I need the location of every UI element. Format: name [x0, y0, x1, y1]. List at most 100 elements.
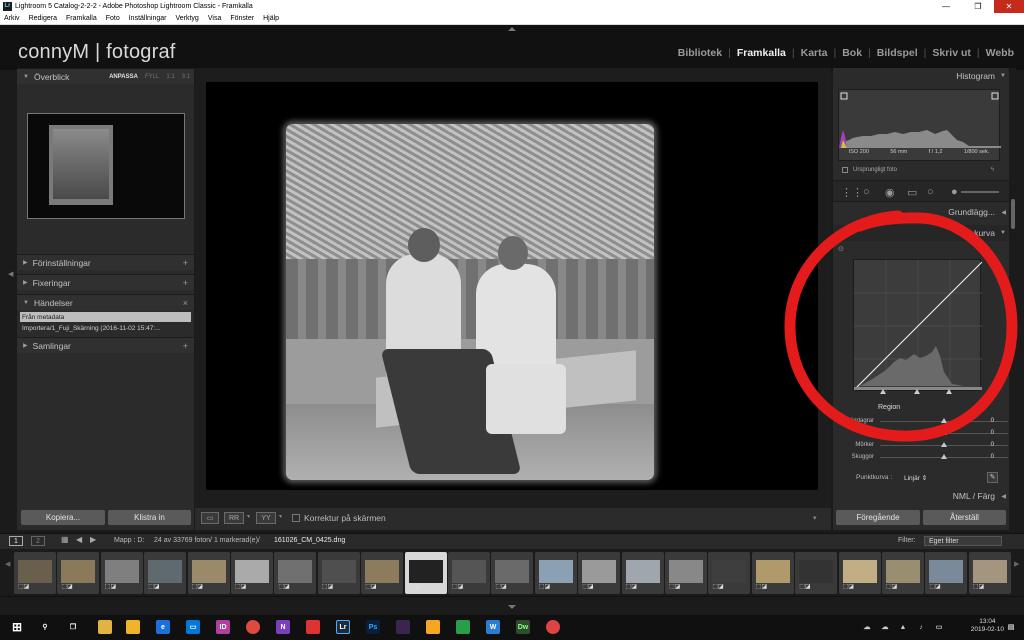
tray-icons[interactable]: ☁: [878, 620, 892, 634]
original-photo-checkbox[interactable]: [842, 167, 848, 173]
menu-arkiv[interactable]: Arkiv: [0, 15, 25, 22]
chrome-icon[interactable]: [246, 620, 260, 634]
filmstrip-thumbnail[interactable]: ⬚◪: [751, 552, 794, 594]
module-bibliotek[interactable]: Bibliotek: [678, 47, 722, 59]
point-curve-select[interactable]: Linjär ⇕: [904, 474, 927, 482]
filmstrip-thumbnail[interactable]: ⬚◪: [361, 552, 404, 594]
add-preset-icon[interactable]: +: [183, 258, 188, 268]
onenote-icon[interactable]: N: [276, 620, 290, 634]
store-icon[interactable]: ▭: [186, 620, 200, 634]
app-icon[interactable]: [546, 620, 560, 634]
filmstrip-thumbnail[interactable]: ⬚◪: [795, 552, 838, 594]
module-bildspel[interactable]: Bildspel: [877, 47, 918, 59]
slider-knob[interactable]: [941, 454, 947, 459]
previous-button[interactable]: Föregående: [836, 510, 920, 525]
filmstrip-thumbnail-selected[interactable]: ⬚◪: [404, 552, 447, 594]
module-webb[interactable]: Webb: [986, 47, 1014, 59]
lightroom-taskbar-icon[interactable]: Lr: [336, 620, 350, 634]
back-arrow-icon[interactable]: ◀: [76, 535, 82, 544]
menu-visa[interactable]: Visa: [204, 15, 227, 22]
volume-icon[interactable]: ♪: [914, 620, 928, 634]
copy-settings-button[interactable]: Kopiera...: [21, 510, 105, 525]
filmstrip-right-scroll-icon[interactable]: ▶: [1014, 560, 1019, 568]
menu-installningar[interactable]: Inställningar: [125, 15, 172, 22]
graduated-filter-icon[interactable]: ▭: [907, 186, 917, 199]
restore-button[interactable]: ❐: [962, 0, 994, 13]
search-icon[interactable]: ⚲: [38, 620, 52, 634]
filmstrip-thumbnail[interactable]: ⬚◪: [231, 552, 273, 594]
filmstrip-thumbnail[interactable]: ⬚◪: [968, 552, 1011, 594]
filmstrip-thumbnail[interactable]: ⬚◪: [57, 552, 100, 594]
history-item[interactable]: Från metadata: [20, 312, 191, 322]
toolbar-menu-arrow-icon[interactable]: ▾: [813, 514, 817, 522]
edit-point-curve-icon[interactable]: ✎: [987, 472, 998, 483]
brush-slider[interactable]: [961, 191, 999, 193]
zoom-3-1[interactable]: 3:1: [182, 74, 190, 80]
minimize-button[interactable]: —: [930, 0, 962, 13]
zoom-fill[interactable]: FYLL: [145, 74, 159, 80]
menu-verktyg[interactable]: Verktyg: [171, 15, 203, 22]
collapse-left-panel-arrow-icon[interactable]: ◀: [8, 270, 16, 284]
negative-photo[interactable]: [286, 124, 654, 480]
photoshop-icon[interactable]: Ps: [366, 620, 380, 634]
filmstrip-thumbnail[interactable]: ⬚◪: [708, 552, 751, 594]
filmstrip-thumbnail[interactable]: ⬚◪: [838, 552, 881, 594]
app-icon[interactable]: [396, 620, 410, 634]
word-icon[interactable]: W: [486, 620, 500, 634]
histogram-header[interactable]: Histogram ▼: [833, 68, 1009, 84]
module-bok[interactable]: Bok: [842, 47, 862, 59]
view-dropdown-arrow-icon[interactable]: ▾: [247, 513, 250, 520]
add-snapshot-icon[interactable]: +: [183, 278, 188, 288]
filmstrip-thumbnail[interactable]: ⬚◪: [925, 552, 968, 594]
folder-icon[interactable]: [426, 620, 440, 634]
crop-overlay-icon[interactable]: ⋮⋮: [841, 186, 863, 199]
presets-header[interactable]: ▶ Förinställningar +: [17, 254, 194, 270]
filmstrip-thumbnail[interactable]: ⬚◪: [882, 552, 924, 594]
dreamweaver-icon[interactable]: Dw: [516, 620, 530, 634]
before-after-view-icon[interactable]: RR: [224, 512, 244, 524]
network-icon[interactable]: ▲: [896, 620, 910, 634]
collections-header[interactable]: ▶ Samlingar +: [17, 337, 194, 353]
collapse-top-panel-arrow-icon[interactable]: [508, 27, 516, 31]
filmstrip-thumbnail[interactable]: ⬚◪: [534, 552, 577, 594]
power-icon[interactable]: ▭: [932, 620, 946, 634]
red-eye-icon[interactable]: ◉: [885, 186, 895, 199]
window-2-button[interactable]: 2: [31, 536, 45, 546]
module-karta[interactable]: Karta: [801, 47, 828, 59]
history-item[interactable]: Importera/1_Fuji_Skärning (2016-11-02 15…: [20, 323, 191, 333]
sticky-notes-icon[interactable]: [126, 620, 140, 634]
file-explorer-icon[interactable]: [98, 620, 112, 634]
menu-framkalla[interactable]: Framkalla: [62, 15, 102, 22]
app-icon[interactable]: [306, 620, 320, 634]
filmstrip-thumbnail[interactable]: ⬚◪: [578, 552, 621, 594]
menu-redigera[interactable]: Redigera: [25, 15, 62, 22]
app-icon[interactable]: ID: [216, 620, 230, 634]
app-icon[interactable]: [456, 620, 470, 634]
paste-settings-button[interactable]: Klistra in: [108, 510, 191, 525]
module-skriv-ut[interactable]: Skriv ut: [932, 47, 971, 59]
filmstrip-thumbnail[interactable]: ⬚◪: [621, 552, 664, 594]
hsl-header[interactable]: NML / Färg ◀: [833, 488, 1009, 504]
edge-browser-icon[interactable]: e: [156, 620, 170, 634]
radial-filter-icon[interactable]: ○: [927, 186, 934, 198]
view-dropdown-arrow-icon[interactable]: ▾: [279, 513, 282, 520]
window-1-button[interactable]: 1: [9, 536, 23, 546]
filmstrip-thumbnail[interactable]: ⬚◪: [187, 552, 230, 594]
collapse-filmstrip-arrow-icon[interactable]: [508, 605, 516, 609]
filmstrip-thumbnail[interactable]: ⬚◪: [100, 552, 143, 594]
filmstrip-left-scroll-icon[interactable]: ◀: [5, 560, 10, 568]
filmstrip-thumbnail[interactable]: ⬚◪: [317, 552, 360, 594]
tray-icons[interactable]: ☁: [860, 620, 874, 634]
filmstrip-thumbnail[interactable]: ⬚◪: [144, 552, 187, 594]
module-framkalla[interactable]: Framkalla: [737, 47, 786, 59]
navigator-header[interactable]: ▼ Överblick ANPASSA FYLL 1:1 3:1: [17, 68, 194, 84]
before-after-yy-icon[interactable]: YY: [256, 512, 276, 524]
filmstrip-thumbnail[interactable]: ⬚◪: [665, 552, 707, 594]
slider-shadows[interactable]: Skuggor 0: [838, 452, 1008, 462]
loupe-view-icon[interactable]: ▭: [201, 512, 219, 524]
spot-removal-icon[interactable]: ○: [863, 186, 870, 198]
grid-view-icon[interactable]: ▦: [61, 535, 69, 544]
clock[interactable]: 13:04 2019-02-10: [971, 618, 1004, 634]
windows-start-icon[interactable]: ⊞: [10, 620, 24, 634]
menu-hjalp[interactable]: Hjälp: [259, 15, 284, 22]
